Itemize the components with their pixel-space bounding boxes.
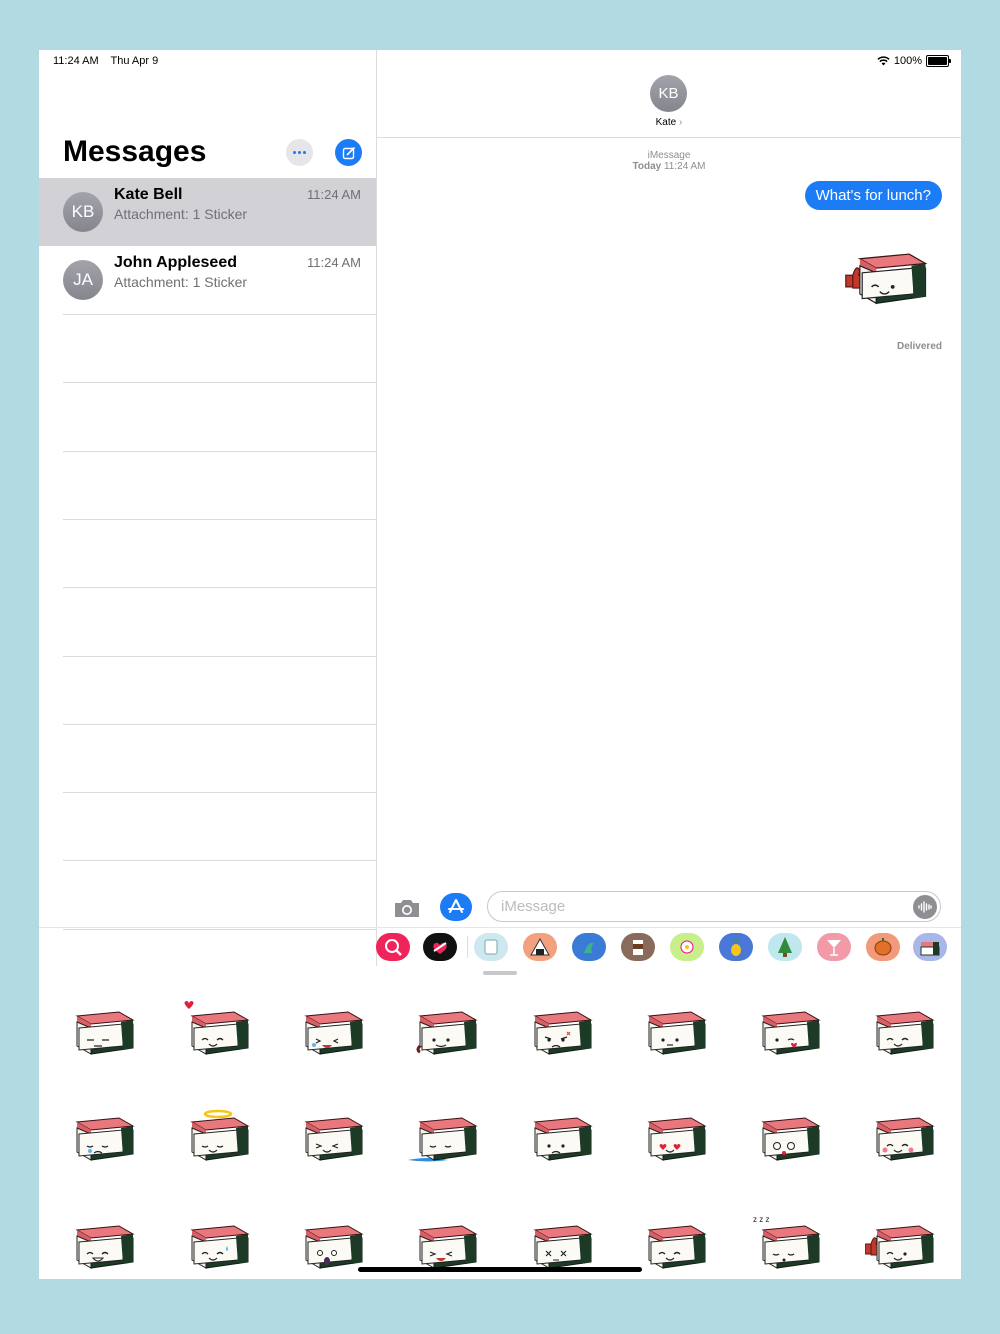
sticker-laugh[interactable] <box>408 1214 480 1269</box>
pumpkin-app-icon[interactable] <box>866 933 900 961</box>
compose-icon <box>342 146 355 159</box>
conversation-row-john-appleseed[interactable]: JA John Appleseed Attachment: 1 Sticker … <box>39 246 376 314</box>
page-title: Messages <box>63 135 207 168</box>
contact-name: Kate <box>655 117 677 128</box>
list-divider <box>63 314 376 315</box>
sticker-dead[interactable] <box>523 1214 595 1269</box>
conversation-view: KB Kate › iMessage Today 11:24 AM What's… <box>377 50 961 966</box>
app-strip-separator <box>467 936 468 958</box>
mermaid-app-icon[interactable] <box>572 933 606 961</box>
list-divider <box>63 587 376 589</box>
list-divider <box>63 450 376 452</box>
sticker-dizzy[interactable] <box>751 1106 823 1161</box>
sticker-blush[interactable] <box>865 1106 937 1161</box>
sticker-drool[interactable] <box>408 1000 480 1055</box>
message-input[interactable] <box>499 897 903 916</box>
message-field[interactable] <box>487 891 941 922</box>
ipad-screen: 11:24 AM Thu Apr 9 100% Messages KB Kate… <box>39 50 961 1279</box>
sticker-smile[interactable] <box>637 1214 709 1269</box>
message-time: 11:24 AM <box>307 255 361 270</box>
sent-sticker[interactable] <box>834 240 942 308</box>
conversation-row-kate-bell[interactable]: KB Kate Bell Attachment: 1 Sticker 11:24… <box>39 178 376 246</box>
list-divider <box>63 382 376 384</box>
compose-button[interactable] <box>335 139 362 166</box>
sticker-heart[interactable] <box>180 1000 252 1055</box>
camera-button[interactable] <box>393 898 421 918</box>
list-divider <box>63 518 376 520</box>
list-divider <box>63 792 376 794</box>
delivery-status: Delivered <box>896 341 942 352</box>
sticker-sweat[interactable] <box>180 1214 252 1269</box>
sticker-scream[interactable] <box>294 1214 366 1269</box>
sticker-wink-kiss[interactable] <box>751 1000 823 1055</box>
contact-name-header[interactable]: Kate › <box>377 117 961 128</box>
sticker-puddle-tears[interactable] <box>408 1106 480 1162</box>
sticker-heart-eyes[interactable] <box>637 1106 709 1161</box>
message-preview: Attachment: 1 Sticker <box>114 274 248 290</box>
service-label: iMessage Today 11:24 AM <box>377 150 961 172</box>
app-drawer-strip <box>39 927 961 967</box>
sticker-angel[interactable] <box>180 1106 252 1161</box>
conversation-list: Messages KB Kate Bell Attachment: 1 Stic… <box>39 50 377 966</box>
message-bubble[interactable]: What's for lunch? <box>804 181 942 210</box>
sticker-sleepy[interactable]: z z z <box>751 1214 823 1269</box>
sticker-sad-blue[interactable] <box>523 1106 595 1161</box>
message-preview: Attachment: 1 Sticker <box>114 206 248 222</box>
sticker-crying[interactable] <box>65 1106 137 1161</box>
app-store-button[interactable] <box>440 893 472 921</box>
message-time: 11:24 AM <box>307 187 361 202</box>
search-images-icon[interactable] <box>376 933 410 961</box>
stickers-app-icon[interactable] <box>474 933 508 961</box>
sticker-drawer: z z z <box>39 966 961 1279</box>
contact-name: John Appleseed <box>114 254 237 271</box>
sticker-smile[interactable] <box>865 1000 937 1055</box>
waveform-icon <box>918 901 932 913</box>
sticker-laugh-tears[interactable] <box>294 1000 366 1055</box>
timestamp-day: Today <box>632 161 662 172</box>
sticker-expressionless[interactable] <box>65 1000 137 1055</box>
sticker-grin[interactable] <box>65 1214 137 1269</box>
cocktail-app-icon[interactable] <box>817 933 851 961</box>
home-indicator[interactable] <box>358 1267 642 1272</box>
chat-header: KB Kate › <box>377 50 961 138</box>
tree-app-icon[interactable] <box>768 933 802 961</box>
avatar: JA <box>63 260 103 300</box>
camera-icon <box>395 900 419 917</box>
drawer-grabber[interactable] <box>483 971 517 975</box>
more-options-button[interactable] <box>286 139 313 166</box>
sticker-squint[interactable] <box>294 1106 366 1161</box>
contact-avatar[interactable]: KB <box>650 75 687 112</box>
avatar: KB <box>63 192 103 232</box>
service-name: iMessage <box>647 150 691 161</box>
pineapple-app-icon[interactable] <box>719 933 753 961</box>
sticker-thumbs-up[interactable] <box>864 1214 937 1269</box>
flower-app-icon[interactable] <box>670 933 704 961</box>
coffee-app-icon[interactable] <box>621 933 655 961</box>
timestamp-time: 11:24 AM <box>663 161 706 172</box>
sticker-neutral[interactable] <box>637 1000 709 1055</box>
sticker-angry[interactable] <box>523 1000 595 1055</box>
spam-musubi-app-icon[interactable] <box>913 933 947 961</box>
list-divider <box>63 860 376 862</box>
app-store-icon <box>448 899 464 913</box>
svg-text:z z z: z z z <box>753 1215 769 1224</box>
contact-name: Kate Bell <box>114 186 183 203</box>
list-divider <box>63 723 376 725</box>
list-divider <box>63 655 376 657</box>
chevron-right-icon: › <box>679 117 683 128</box>
audio-button[interactable] <box>913 895 937 919</box>
digital-touch-icon[interactable] <box>423 933 457 961</box>
onigiri-app-icon[interactable] <box>523 933 557 961</box>
